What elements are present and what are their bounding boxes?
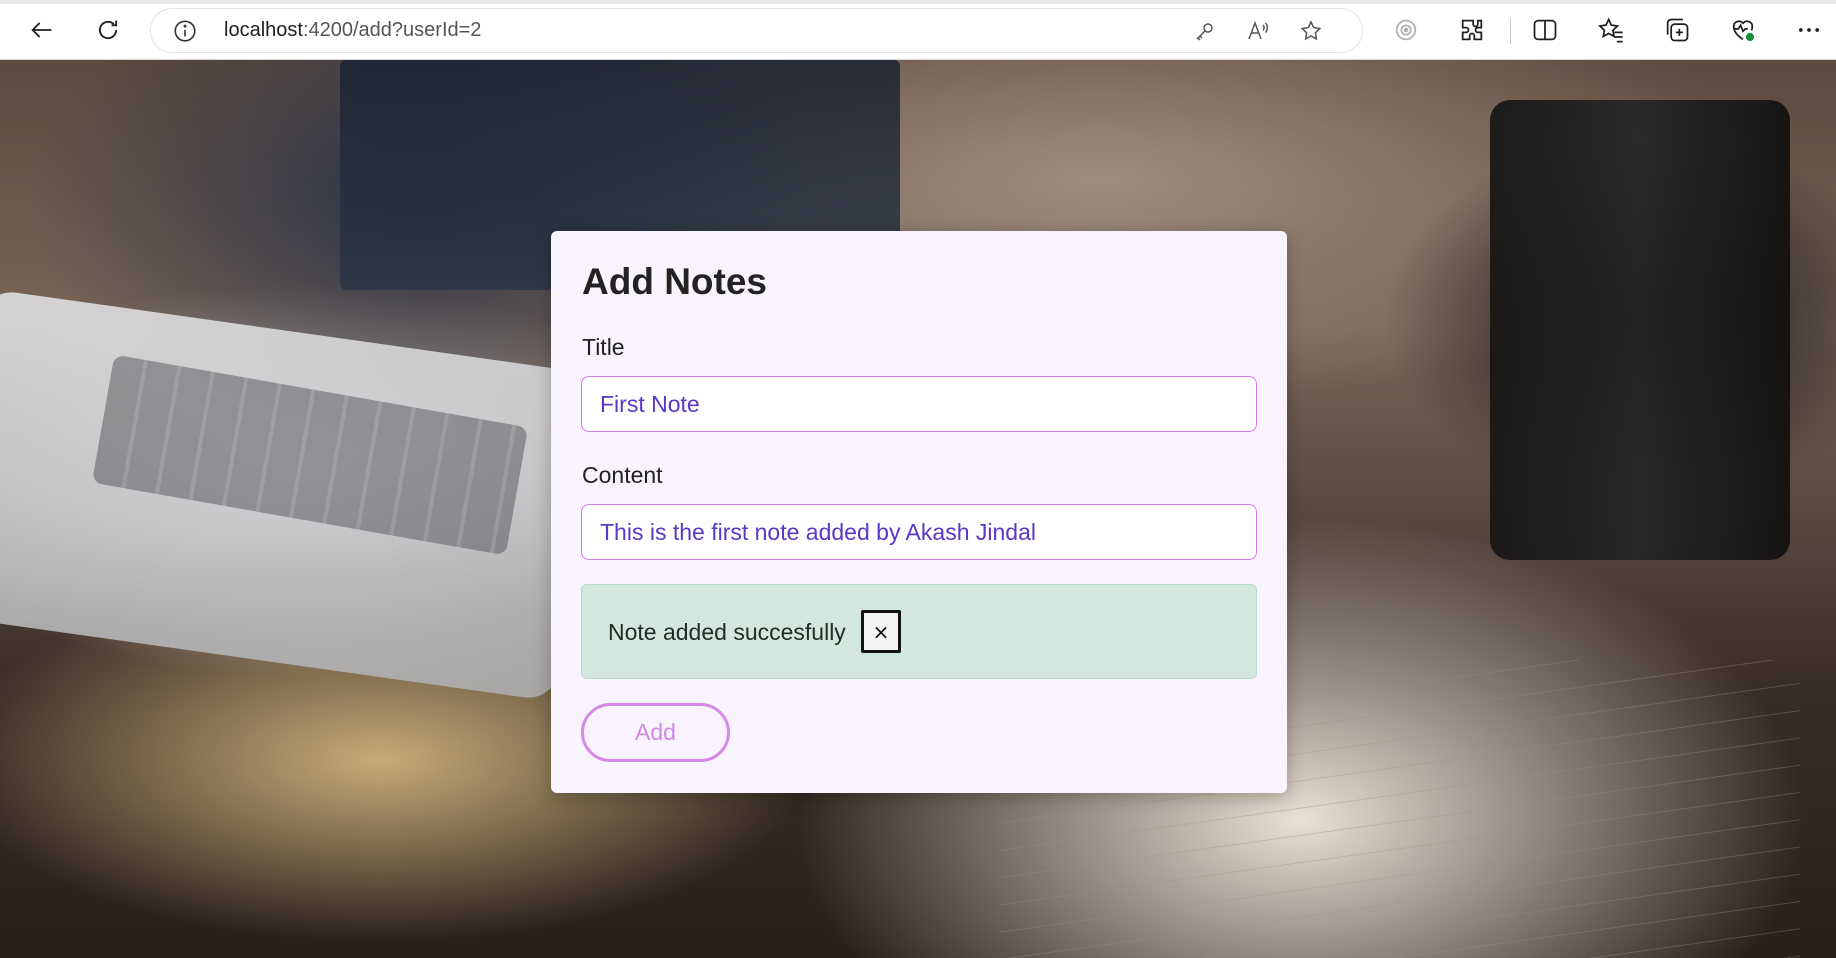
- browser-essentials-icon[interactable]: [1723, 10, 1763, 50]
- back-arrow-icon[interactable]: [22, 10, 62, 50]
- content-input[interactable]: [581, 504, 1257, 560]
- favorites-icon[interactable]: [1591, 10, 1631, 50]
- collections-icon[interactable]: [1657, 10, 1697, 50]
- content-label: Content: [582, 462, 663, 488]
- add-button[interactable]: Add: [581, 703, 730, 762]
- alert-message: Note added succesfully: [608, 619, 846, 645]
- more-menu-icon[interactable]: [1789, 10, 1829, 50]
- tracking-icon[interactable]: [1386, 10, 1426, 50]
- address-bar[interactable]: localhost:4200/add?userId=2: [150, 8, 1363, 53]
- mug-shape: [1490, 100, 1790, 560]
- favorite-star-icon[interactable]: [1296, 16, 1326, 46]
- title-input[interactable]: [581, 376, 1257, 432]
- refresh-icon[interactable]: [88, 10, 128, 50]
- tab-strip: [0, 0, 1836, 4]
- read-aloud-icon[interactable]: [1243, 16, 1273, 46]
- url-host: localhost: [224, 19, 303, 41]
- title-label: Title: [582, 334, 625, 360]
- key-icon[interactable]: [1190, 16, 1220, 46]
- toolbar-separator: [1510, 18, 1511, 44]
- add-notes-card: Add Notes Title Content Note added succe…: [551, 231, 1287, 793]
- alert-close-button[interactable]: ×: [861, 610, 901, 653]
- url-path: :4200/add?userId=2: [302, 19, 482, 41]
- info-icon[interactable]: [172, 18, 198, 44]
- extensions-icon[interactable]: [1452, 10, 1492, 50]
- page-title: Add Notes: [582, 261, 767, 302]
- url-text[interactable]: localhost:4200/add?userId=2: [224, 19, 481, 42]
- success-alert: Note added succesfully ×: [581, 584, 1257, 679]
- split-screen-icon[interactable]: [1525, 10, 1565, 50]
- browser-toolbar: localhost:4200/add?userId=2: [0, 0, 1836, 60]
